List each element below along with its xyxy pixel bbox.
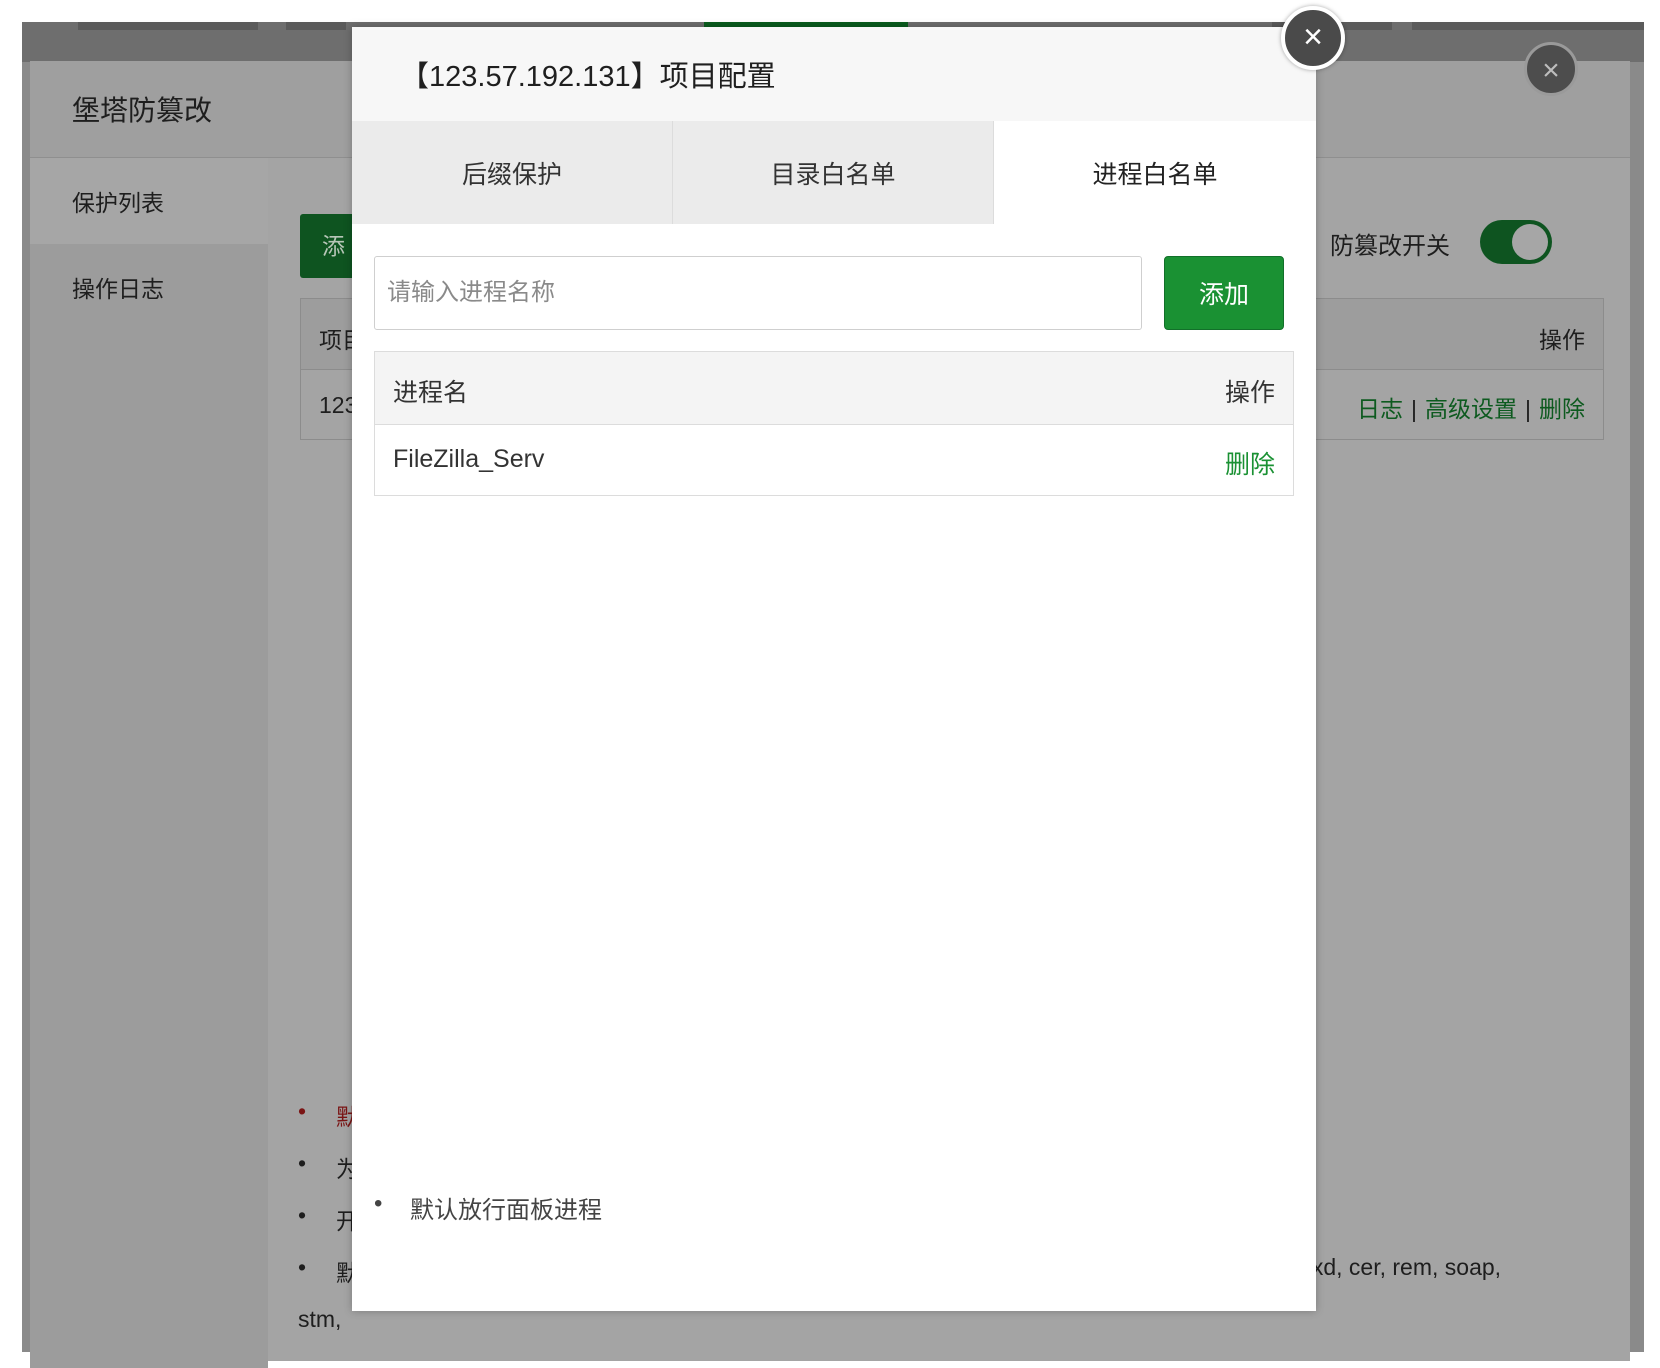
note-text: 默认放行面板进程 [410, 1197, 602, 1224]
row-actions: 日志 | 高级设置 | 删除 [1357, 390, 1585, 424]
process-table-header: 进程名 操作 [375, 352, 1293, 425]
tab-process-whitelist[interactable]: 进程白名单 [994, 121, 1316, 224]
modal-note: • 默认放行面板进程 [374, 1190, 602, 1225]
toggle-knob [1512, 224, 1548, 260]
close-icon[interactable]: × [1281, 6, 1345, 70]
advanced-settings-link[interactable]: 高级设置 [1425, 396, 1517, 422]
tamper-switch-toggle[interactable] [1480, 220, 1552, 264]
modal-tabs: 后缀保护 目录白名单 进程白名单 [352, 121, 1316, 224]
header-process-name: 进程名 [393, 379, 469, 407]
delete-process-link[interactable]: 删除 [1225, 445, 1275, 481]
nav-item-protect-list[interactable]: 保护列表 [30, 158, 268, 244]
tab-dir-whitelist[interactable]: 目录白名单 [673, 121, 994, 224]
process-table: 进程名 操作 FileZilla_Serv 删除 [374, 351, 1294, 496]
delete-link[interactable]: 删除 [1539, 396, 1585, 422]
separator: | [1525, 396, 1531, 422]
add-process-button[interactable]: 添加 [1164, 256, 1284, 330]
nav-item-operation-log[interactable]: 操作日志 [30, 244, 268, 330]
project-config-modal: 【123.57.192.131】项目配置 后缀保护 目录白名单 进程白名单 添加… [352, 27, 1316, 1311]
header-actions: 操作 [1539, 327, 1585, 353]
left-nav: 保护列表 操作日志 [30, 158, 268, 1368]
process-name-input[interactable] [374, 256, 1142, 330]
background-close-icon[interactable]: × [1524, 42, 1578, 96]
bullet: • [374, 1190, 383, 1217]
process-name: FileZilla_Serv [393, 445, 545, 473]
header-action: 操作 [1224, 379, 1275, 407]
separator: | [1411, 396, 1418, 422]
log-link[interactable]: 日志 [1357, 396, 1403, 422]
modal-title: 【123.57.192.131】项目配置 [352, 27, 1316, 121]
modal-body: 添加 进程名 操作 FileZilla_Serv 删除 • 默认放行面板进程 [352, 224, 1316, 1311]
note-continuation: stm, [298, 1306, 342, 1332]
right-edge [1644, 0, 1660, 1366]
tab-suffix-protect[interactable]: 后缀保护 [352, 121, 673, 224]
tamper-switch-label: 防篡改开关 [1330, 233, 1450, 260]
table-row: FileZilla_Serv 删除 [375, 425, 1293, 495]
